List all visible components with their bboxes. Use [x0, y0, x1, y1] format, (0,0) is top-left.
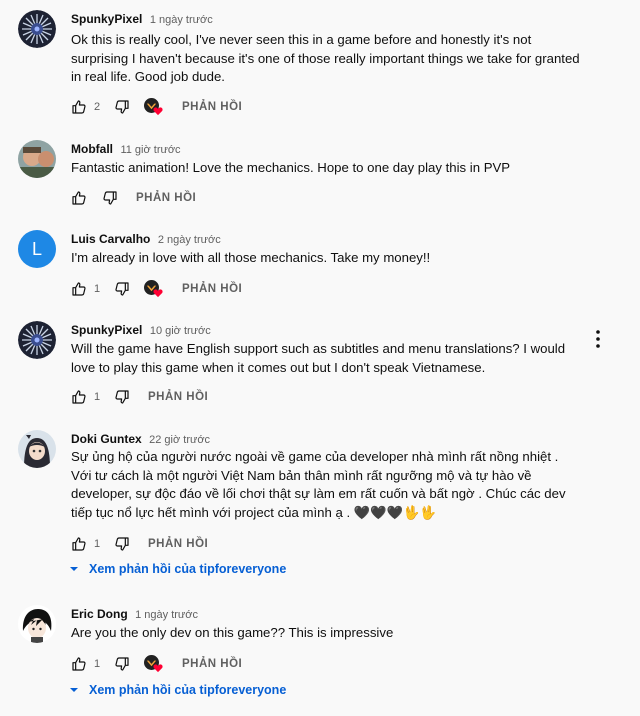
- reply-button[interactable]: PHẢN HỒI: [182, 283, 242, 295]
- thumb-down-icon[interactable]: [114, 99, 130, 115]
- comment-header: Luis Carvalho 2 ngày trước: [71, 230, 221, 248]
- spunkypixel-avatar-icon: [18, 321, 56, 359]
- thumb-up-icon[interactable]: [71, 281, 87, 297]
- thumb-up-icon[interactable]: [71, 99, 87, 115]
- author-name[interactable]: Luis Carvalho: [71, 232, 150, 246]
- comment-actions: 1 PHẢN HỒI: [71, 654, 242, 674]
- comment-actions: 2 PHẢN HỒI: [71, 97, 242, 117]
- view-replies-label: Xem phản hồi của tipforeveryone: [89, 562, 287, 576]
- comment-header: Doki Guntex 22 giờ trước: [71, 430, 210, 448]
- like-count: 1: [94, 391, 101, 403]
- like-count: 1: [94, 283, 101, 295]
- comment-actions: PHẢN HỒI: [71, 188, 196, 208]
- avatar[interactable]: [18, 430, 56, 468]
- creator-heart-icon: [144, 655, 164, 673]
- comment-text: Ok this is really cool, I've never seen …: [71, 32, 580, 84]
- comment-text: Fantastic animation! Love the mechanics.…: [71, 160, 511, 175]
- like-count: 1: [94, 658, 101, 670]
- thumb-down-icon[interactable]: [114, 281, 130, 297]
- thumb-up-icon[interactable]: [71, 190, 87, 206]
- view-replies-label: Xem phản hồi của tipforeveryone: [89, 683, 287, 697]
- view-replies-button[interactable]: Xem phản hồi của tipforeveryone: [69, 683, 286, 697]
- reply-button[interactable]: PHẢN HỒI: [182, 658, 242, 670]
- comment-text: Are you the only dev on this game?? This…: [71, 625, 394, 640]
- reply-button[interactable]: PHẢN HỒI: [148, 538, 208, 550]
- author-name[interactable]: SpunkyPixel: [71, 12, 142, 26]
- comment-header: SpunkyPixel 1 ngày trước: [71, 10, 213, 28]
- avatar[interactable]: L: [18, 230, 56, 268]
- comment-text: I'm already in love with all those mecha…: [71, 250, 431, 265]
- avatar-letter: L: [31, 238, 42, 259]
- spunkypixel-avatar-icon: [18, 10, 56, 48]
- comment-header: Mobfall 11 giờ trước: [71, 140, 181, 158]
- author-name[interactable]: Doki Guntex: [71, 432, 142, 446]
- comment-time[interactable]: 11 giờ trước: [120, 144, 180, 156]
- comment-time[interactable]: 22 giờ trước: [149, 434, 210, 446]
- comment-actions: 1 PHẢN HỒI: [71, 387, 208, 407]
- like-count: 1: [94, 538, 101, 550]
- avatar[interactable]: [18, 321, 56, 359]
- reply-button[interactable]: PHẢN HỒI: [136, 192, 196, 204]
- avatar[interactable]: [18, 10, 56, 48]
- avatar[interactable]: [18, 140, 56, 178]
- author-name[interactable]: Eric Dong: [71, 607, 128, 621]
- reply-button[interactable]: PHẢN HỒI: [182, 101, 242, 113]
- thumb-up-icon[interactable]: [71, 389, 87, 405]
- caret-down-icon: [69, 564, 79, 574]
- avatar[interactable]: [18, 605, 56, 643]
- creator-heart-icon: [144, 280, 164, 298]
- creator-heart-icon: [144, 98, 164, 116]
- like-count: 2: [94, 101, 101, 113]
- reply-button[interactable]: PHẢN HỒI: [148, 391, 208, 403]
- author-name[interactable]: Mobfall: [71, 142, 113, 156]
- comment-time[interactable]: 10 giờ trước: [150, 325, 211, 337]
- comment-actions: 1 PHẢN HỒI: [71, 279, 242, 299]
- eric-avatar-icon: [18, 605, 56, 643]
- thumb-down-icon[interactable]: [114, 536, 130, 552]
- comment-header: SpunkyPixel 10 giờ trước: [71, 321, 211, 339]
- comment-header: Eric Dong 1 ngày trước: [71, 605, 198, 623]
- comment-time[interactable]: 2 ngày trước: [158, 234, 221, 246]
- thumb-down-icon[interactable]: [102, 190, 118, 206]
- comment-time[interactable]: 1 ngày trước: [150, 14, 213, 26]
- thumb-down-icon[interactable]: [114, 656, 130, 672]
- author-name[interactable]: SpunkyPixel: [71, 323, 142, 337]
- thumb-up-icon[interactable]: [71, 536, 87, 552]
- comment-text: Sự ủng hộ của người nước ngoài về game c…: [71, 449, 566, 520]
- thumb-down-icon[interactable]: [114, 389, 130, 405]
- thumb-up-icon[interactable]: [71, 656, 87, 672]
- comment-time[interactable]: 1 ngày trước: [135, 609, 198, 621]
- caret-down-icon: [69, 685, 79, 695]
- mobfall-avatar-icon: [18, 140, 56, 178]
- doki-avatar-icon: [18, 430, 56, 468]
- more-actions-icon[interactable]: [592, 329, 604, 349]
- comment-text: Will the game have English support such …: [71, 341, 566, 375]
- view-replies-button[interactable]: Xem phản hồi của tipforeveryone: [69, 562, 286, 576]
- comment-actions: 1 PHẢN HỒI: [71, 534, 208, 554]
